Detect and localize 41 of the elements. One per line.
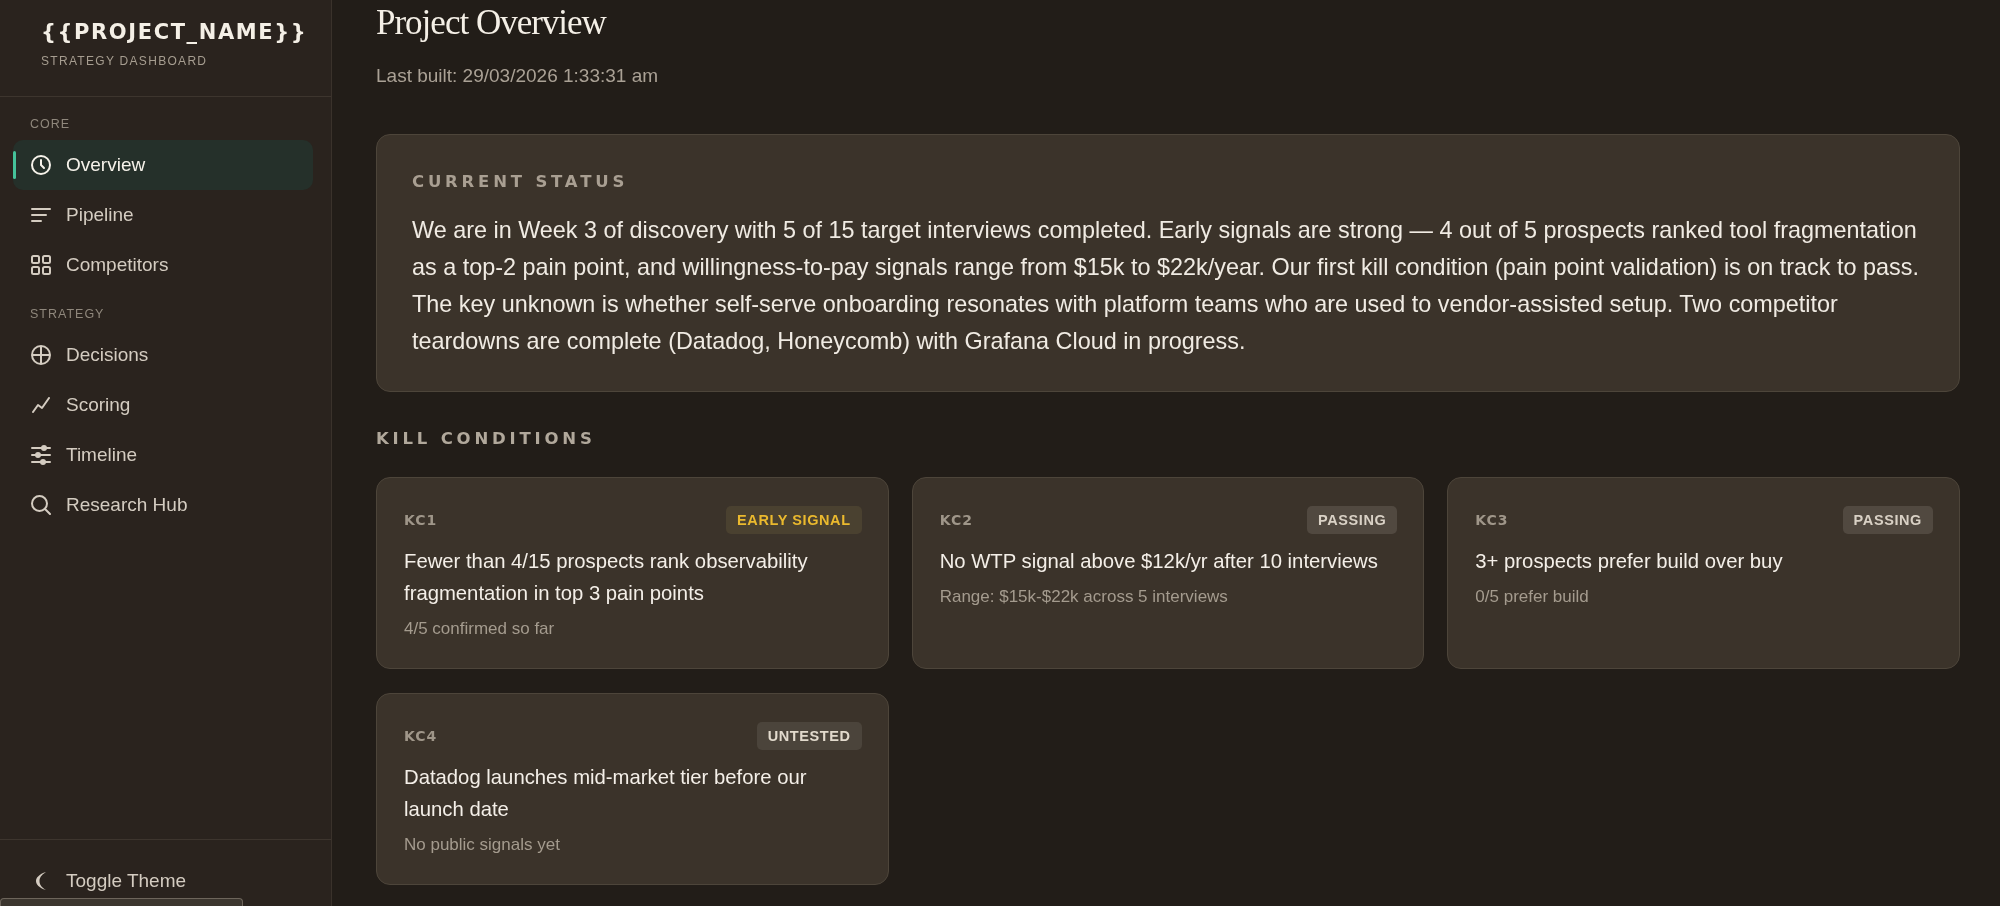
search-icon [31,495,51,515]
nav-item[interactable]: Research Hub [13,480,313,530]
logo-text: {{PROJECT_NAME}} [41,19,309,46]
nav-item[interactable]: Overview [13,140,313,190]
condition-code: KC1 [404,512,438,528]
grid-icon [31,255,51,275]
theme-toggle-button[interactable]: Toggle Theme [13,856,313,906]
status-badge: PASSING [1306,506,1398,534]
status-heading: CURRENT STATUS [412,172,630,192]
condition-code: KC4 [404,728,438,744]
condition-title: No WTP signal above $12k/yr after 10 interviews [939,549,1379,574]
condition-note: 4/5 confirmed so far [404,619,556,639]
nav-item[interactable]: Decisions [13,330,313,380]
lines-icon [31,208,51,222]
status-text: We are in Week 3 of discovery with 5 of 15 target interviews completed. Early signals are strong — 4 out of 5 prospects ranked tool fragmentation as a top-2 pain point, and willingness-to-pay signals range from $15k to $22k/year. Our first kill condition (pain point validation) is on track to pass. The key unknown is whether self-serve onboarding resonates with platform teams who are used to vendor-assisted setup. Two competitor teardowns are complete (Datadog, Honeycomb) with Grafana Cloud in progress. [412,216,1920,356]
trend-line-icon [32,397,50,413]
nav-item[interactable]: Competitors [13,240,313,290]
status-badge: PASSING [1842,506,1933,534]
condition-code: KC2 [939,512,973,528]
logo-subtitle: STRATEGY DASHBOARD [41,53,209,69]
nav-item[interactable]: Scoring [13,380,313,430]
condition-note: Range: $15k-$22k across 5 interviews [939,587,1229,607]
section-label: CORE [29,116,72,132]
page-title: Project Overview [376,2,608,44]
sliders-icon [31,445,51,465]
section-label: STRATEGY [29,306,106,322]
status-badge: EARLY SIGNAL [726,506,862,534]
section-heading: KILL CONDITIONS [376,429,597,449]
moon-icon [35,871,47,891]
condition-code: KC3 [1475,512,1509,528]
status-badge: UNTESTED [756,722,862,750]
nav-item[interactable]: Pipeline [13,190,313,240]
condition-title: Datadog launches mid-market tier before our launch date [404,765,808,822]
condition-title: Fewer than 4/15 prospects rank observability fragmentation in top 3 pain points [404,549,809,606]
clock-icon [31,155,51,175]
last-built-text: Last built: 29/03/2026 1:33:31 am [376,65,660,87]
condition-note: 0/5 prefer build [1475,587,1590,607]
nav-item[interactable]: Timeline [13,430,313,480]
condition-title: 3+ prospects prefer build over buy [1475,549,1784,574]
crosshair-circle-icon [31,345,51,365]
condition-note: No public signals yet [404,835,561,855]
